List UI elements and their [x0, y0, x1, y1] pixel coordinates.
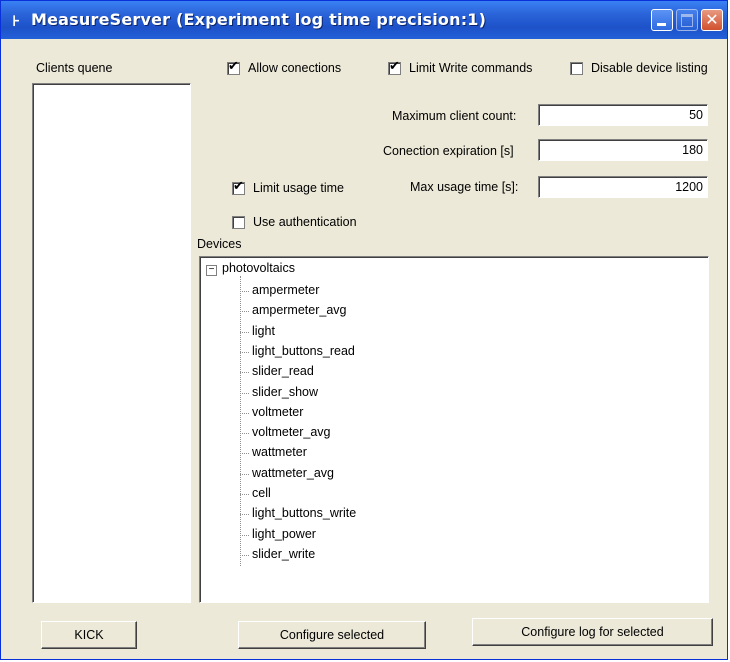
devices-label: Devices [197, 237, 242, 251]
tree-item-label: wattmeter_avg [252, 465, 334, 480]
checkbox-box[interactable]: ✔ [388, 58, 401, 75]
close-button[interactable]: ✕ [701, 9, 723, 31]
tree-item-label: voltmeter [252, 404, 304, 419]
tree-connector [240, 276, 241, 566]
check-icon: ✔ [228, 58, 239, 74]
allow-connections-checkbox[interactable]: ✔ Allow conections [227, 58, 342, 75]
connection-expiration-label: Conection expiration [s] [383, 144, 514, 158]
app-icon: ⊦ [12, 12, 21, 30]
limit-write-checkbox[interactable]: ✔ Limit Write commands [388, 58, 533, 75]
checkbox-box[interactable] [570, 61, 583, 75]
tree-connector [240, 433, 249, 435]
use-authentication-label: Use authentication [253, 215, 357, 229]
disable-device-listing-label: Disable device listing [591, 61, 708, 75]
tree-item-label: ampermeter_avg [252, 303, 347, 318]
tree-connector [240, 351, 249, 353]
tree-connector [240, 473, 249, 475]
collapse-icon[interactable]: − [206, 265, 217, 276]
limit-write-label: Limit Write commands [409, 61, 533, 75]
limit-usage-time-label: Limit usage time [253, 181, 345, 195]
tree-item-label: cell [252, 486, 271, 500]
use-authentication-checkbox[interactable]: Use authentication [232, 215, 357, 229]
tree-connector [240, 311, 249, 313]
tree-item-label: light [252, 323, 275, 338]
tree-connector [240, 392, 249, 394]
tree-item-label: ampermeter [252, 283, 320, 297]
clients-queue-list[interactable] [32, 83, 191, 603]
tree-item-label: voltmeter_avg [252, 425, 331, 440]
kick-button[interactable]: KICK [41, 621, 137, 649]
connection-expiration-field[interactable]: 180 [538, 139, 708, 161]
configure-selected-button[interactable]: Configure selected [238, 621, 426, 649]
tree-connector [240, 453, 249, 455]
max-usage-time-label: Max usage time [s]: [410, 180, 519, 194]
tree-connector [240, 372, 249, 374]
max-usage-time-field[interactable]: 1200 [538, 176, 708, 198]
title-bar[interactable]: ⊦ MeasureServer (Experiment log time pre… [1, 1, 727, 39]
measureserver-window: ⊦ MeasureServer (Experiment log time pre… [0, 0, 728, 660]
checkbox-box[interactable]: ✔ [232, 178, 245, 195]
allow-connections-label: Allow conections [248, 61, 342, 75]
max-client-count-label: Maximum client count: [392, 109, 517, 123]
minimize-button[interactable] [651, 9, 673, 31]
tree-item-label: slider_show [252, 384, 319, 399]
checkbox-box[interactable]: ✔ [227, 58, 240, 75]
checkbox-box[interactable] [232, 215, 245, 229]
tree-item-label: light_buttons_write [252, 506, 357, 521]
check-icon: ✔ [233, 178, 244, 194]
maximize-button[interactable] [676, 9, 698, 31]
check-icon: ✔ [389, 58, 400, 74]
tree-root-photovoltaics[interactable]: photovoltaics [222, 261, 295, 275]
tree-item-label: slider_write [252, 546, 316, 561]
tree-connector [240, 554, 249, 556]
disable-device-listing-checkbox[interactable]: Disable device listing [570, 61, 708, 75]
tree-item-label: wattmeter [252, 445, 307, 460]
max-client-count-field[interactable]: 50 [538, 104, 708, 126]
tree-item-label: slider_read [252, 364, 314, 379]
limit-usage-time-checkbox[interactable]: ✔ Limit usage time [232, 178, 345, 195]
tree-connector [240, 412, 249, 414]
tree-item-label: light_buttons_read [252, 343, 355, 358]
close-icon: ✕ [705, 10, 719, 29]
tree-connector [240, 514, 249, 516]
devices-tree[interactable]: − photovoltaics ampermeter ampermeter_avg… [199, 256, 709, 603]
tree-connector [240, 291, 249, 292]
configure-log-button[interactable]: Configure log for selected [472, 618, 713, 646]
tree-connector [240, 494, 249, 495]
tree-connector [240, 331, 249, 333]
window-title: MeasureServer (Experiment log time preci… [31, 10, 487, 29]
clients-queue-label: Clients quene [36, 61, 113, 75]
tree-item-label: light_power [252, 526, 316, 541]
tree-connector [240, 534, 249, 536]
